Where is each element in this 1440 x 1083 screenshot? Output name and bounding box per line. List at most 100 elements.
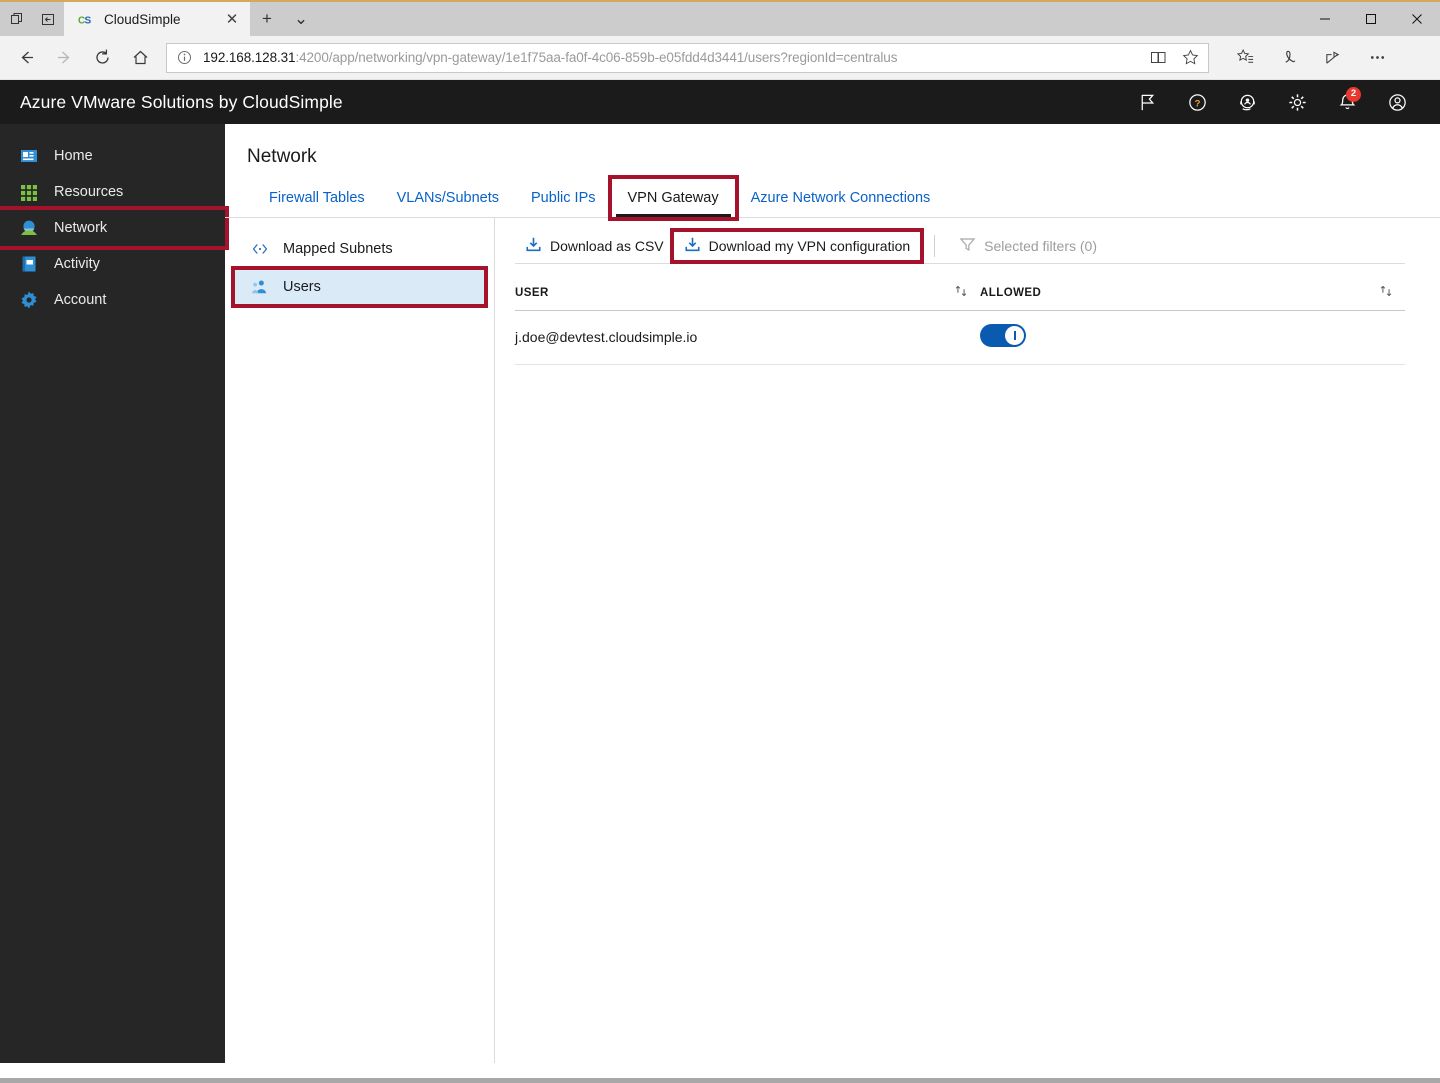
window-close-button[interactable] (1394, 2, 1440, 36)
code-brackets-icon (250, 239, 270, 259)
app-body: Home Resources Network (0, 124, 1440, 1063)
svg-text:?: ? (1194, 98, 1200, 109)
window-minimize-button[interactable] (1302, 2, 1348, 36)
home-dashboard-icon (18, 145, 40, 167)
users-panel: Download as CSV Download my VPN configur… (495, 218, 1440, 1063)
sidebar-item-account[interactable]: Account (0, 282, 225, 318)
toggle-knob (1005, 326, 1024, 345)
filter-icon (959, 236, 976, 256)
table-header: USER ALLOWED (515, 278, 1405, 311)
subnav-item-users[interactable]: Users (235, 270, 484, 304)
bell-icon[interactable]: 2 (1322, 80, 1372, 124)
forward-arrow-icon[interactable] (46, 41, 82, 75)
sort-arrows-icon[interactable] (954, 284, 980, 301)
tab-vlans-subnets[interactable]: VLANs/Subnets (381, 179, 515, 217)
tab-firewall-tables[interactable]: Firewall Tables (253, 179, 381, 217)
account-gear-icon (18, 289, 40, 311)
sidebar-item-label: Resources (54, 184, 123, 200)
sidebar-item-label: Activity (54, 256, 100, 272)
sidebar-item-home[interactable]: Home (0, 138, 225, 174)
window-restore-icon[interactable] (0, 2, 32, 36)
table-body: j.doe@devtest.cloudsimple.io (515, 311, 1405, 365)
web-notes-icon[interactable] (1267, 41, 1311, 75)
browser-tab-cloudsimple[interactable]: C S CloudSimple ✕ (64, 2, 250, 36)
download-as-csv-label: Download as CSV (550, 238, 664, 254)
support-icon[interactable] (1222, 80, 1272, 124)
download-icon (684, 236, 701, 256)
allowed-toggle[interactable] (980, 324, 1026, 347)
notification-badge: 2 (1346, 87, 1361, 102)
cell-user: j.doe@devtest.cloudsimple.io (515, 311, 980, 365)
gear-icon[interactable] (1272, 80, 1322, 124)
column-header-user[interactable]: USER (515, 278, 980, 311)
reading-view-icon[interactable] (1142, 44, 1174, 72)
sort-arrows-icon[interactable] (1379, 284, 1405, 301)
users-toolbar: Download as CSV Download my VPN configur… (515, 230, 1405, 264)
browser-titlebar: C S CloudSimple ✕ + ⌄ (0, 2, 1440, 36)
refresh-icon[interactable] (84, 41, 120, 75)
svg-text:S: S (85, 15, 92, 26)
back-arrow-icon[interactable] (8, 41, 44, 75)
browser-toolbar-icons (1223, 41, 1399, 75)
main-row: Mapped Subnets Users Download as (225, 218, 1440, 1063)
cloudsimple-favicon: C S (78, 11, 95, 28)
content-area: Network Firewall Tables VLANs/Subnets Pu… (225, 124, 1440, 1063)
tab-close-icon[interactable]: ✕ (222, 9, 242, 29)
address-bar[interactable]: 192.168.128.31:4200/app/networking/vpn-g… (166, 43, 1209, 73)
tab-public-ips[interactable]: Public IPs (515, 179, 611, 217)
users-icon (250, 277, 270, 297)
network-globe-icon (18, 217, 40, 239)
help-icon[interactable]: ? (1172, 80, 1222, 124)
address-bar-text[interactable]: 192.168.128.31:4200/app/networking/vpn-g… (199, 50, 1142, 65)
grid-icon (18, 181, 40, 203)
column-header-allowed-label: ALLOWED (980, 287, 1041, 299)
flag-icon[interactable] (1122, 80, 1172, 124)
address-bar-actions (1142, 44, 1206, 72)
toolbar-divider (934, 235, 935, 257)
selected-filters-label: Selected filters (0) (984, 238, 1097, 254)
vpn-gateway-subnav: Mapped Subnets Users (225, 218, 495, 1063)
window-controls (1302, 2, 1440, 36)
window-maximize-button[interactable] (1348, 2, 1394, 36)
subnav-item-label: Mapped Subnets (283, 241, 393, 257)
selected-filters-button[interactable]: Selected filters (0) (949, 232, 1107, 260)
page-title: Network (225, 124, 1440, 180)
new-tab-button[interactable]: + (250, 2, 284, 36)
sidebar-item-activity[interactable]: Activity (0, 246, 225, 282)
download-icon (525, 236, 542, 256)
account-icon[interactable] (1372, 80, 1422, 124)
sidebar-item-resources[interactable]: Resources (0, 174, 225, 210)
url-host: 192.168.128.31 (203, 50, 295, 65)
star-icon[interactable] (1174, 44, 1206, 72)
activity-log-icon (18, 253, 40, 275)
sidebar-item-label: Account (54, 292, 106, 308)
share-icon[interactable] (1311, 41, 1355, 75)
browser-navigation-bar: 192.168.128.31:4200/app/networking/vpn-g… (0, 36, 1440, 80)
table-header-row: USER ALLOWED (515, 278, 1405, 311)
tab-azure-network-connections[interactable]: Azure Network Connections (735, 179, 947, 217)
subnav-item-mapped-subnets[interactable]: Mapped Subnets (235, 232, 484, 266)
tab-vpn-gateway[interactable]: VPN Gateway (612, 179, 735, 217)
site-info-icon[interactable] (177, 50, 199, 65)
page-tabs: Firewall Tables VLANs/Subnets Public IPs… (225, 180, 1440, 218)
sidebar-item-label: Network (54, 220, 107, 236)
set-aside-tabs-icon[interactable] (32, 2, 64, 36)
app-brand-title: Azure VMware Solutions by CloudSimple (20, 92, 343, 113)
app-header-icons: ? 2 (1122, 80, 1440, 124)
download-vpn-configuration-label: Download my VPN configuration (709, 238, 911, 254)
main-sidebar: Home Resources Network (0, 124, 225, 1063)
download-as-csv-button[interactable]: Download as CSV (515, 232, 674, 260)
cell-allowed (980, 311, 1405, 365)
home-icon[interactable] (122, 41, 158, 75)
more-icon[interactable] (1355, 41, 1399, 75)
subnav-item-label: Users (283, 279, 321, 295)
column-header-user-label: USER (515, 287, 549, 299)
favorites-hub-icon[interactable] (1223, 41, 1267, 75)
url-path: :4200/app/networking/vpn-gateway/1e1f75a… (295, 50, 897, 65)
chevron-down-icon[interactable]: ⌄ (284, 2, 318, 36)
window-bottom-border (0, 1078, 1440, 1083)
download-vpn-configuration-button[interactable]: Download my VPN configuration (674, 232, 921, 260)
sidebar-item-label: Home (54, 148, 93, 164)
column-header-allowed[interactable]: ALLOWED (980, 278, 1405, 311)
sidebar-item-network[interactable]: Network (0, 210, 225, 246)
